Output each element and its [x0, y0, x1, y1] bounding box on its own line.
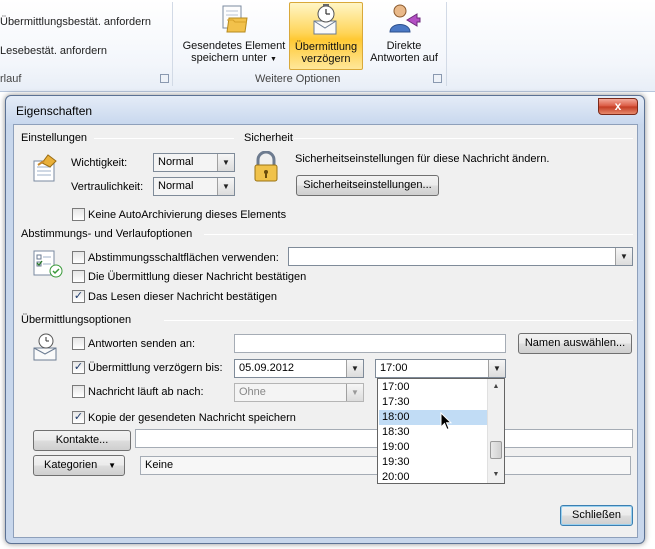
time-option[interactable]: 20:00	[379, 470, 488, 483]
security-settings-button[interactable]: Sicherheitseinstellungen...	[296, 175, 439, 196]
security-group-label: Sicherheit	[244, 132, 293, 144]
delay-delivery-label: Übermittlung verzögern bis:	[88, 362, 223, 374]
sensitivity-label: Vertraulichkeit:	[71, 181, 144, 193]
sensitivity-value: Normal	[158, 180, 194, 192]
settings-icon	[33, 154, 57, 182]
expires-checkbox[interactable]	[72, 385, 85, 398]
delay-time-select[interactable]: 17:00 ▼	[375, 359, 506, 378]
direct-replies-label-2: Antworten auf	[370, 52, 438, 64]
request-delivery-receipt-option[interactable]: Übermittlungsbestät. anfordern	[0, 16, 151, 28]
delivery-receipt-label: Die Übermittlung dieser Nachricht bestät…	[88, 271, 307, 283]
chevron-down-icon[interactable]: ▼	[346, 360, 363, 377]
save-sent-item-label-1: Gesendetes Element	[182, 40, 286, 52]
delay-date-select[interactable]: 05.09.2012 ▼	[234, 359, 364, 378]
scroll-down-icon[interactable]: ▼	[488, 467, 504, 483]
time-option[interactable]: 19:30	[379, 455, 488, 470]
reply-to-checkbox[interactable]	[72, 337, 85, 350]
chevron-down-icon: ▼	[108, 461, 116, 470]
contacts-button[interactable]: Kontakte...	[33, 430, 131, 451]
tracking-group-label: rlauf	[0, 73, 22, 85]
direct-replies-icon	[389, 4, 421, 33]
importance-select[interactable]: Normal ▼	[153, 153, 235, 172]
time-option[interactable]: 18:30	[379, 425, 488, 440]
categories-button-label: Kategorien	[44, 459, 98, 471]
properties-dialog: Eigenschaften x Einstellungen Wichtigkei…	[5, 95, 645, 544]
time-option[interactable]: 17:30	[379, 395, 488, 410]
save-copy-label: Kopie der gesendeten Nachricht speichern	[88, 412, 296, 424]
delivery-options-icon	[33, 333, 57, 361]
save-sent-item-button[interactable]: Gesendetes Element speichern unter ▼	[180, 2, 288, 70]
request-read-receipt-option[interactable]: Lesebestät. anfordern	[0, 45, 107, 57]
dropdown-scrollbar[interactable]: ▲ ▼	[487, 379, 504, 483]
expires-label: Nachricht läuft ab nach:	[88, 386, 204, 398]
read-receipt-label: Das Lesen dieser Nachricht bestätigen	[88, 291, 277, 303]
dialog-title: Eigenschaften	[16, 104, 93, 118]
delay-time-value: 17:00	[380, 362, 408, 374]
settings-group-label: Einstellungen	[21, 132, 88, 144]
direct-replies-button[interactable]: Direkte Antworten auf	[364, 2, 444, 70]
mouse-cursor-icon	[440, 412, 452, 431]
read-receipt-checkbox[interactable]: ✓	[72, 290, 85, 303]
save-copy-checkbox[interactable]: ✓	[72, 411, 85, 424]
importance-value: Normal	[158, 156, 194, 168]
expires-date-value: Ohne	[239, 386, 266, 398]
voting-divider	[204, 234, 633, 235]
ribbon-separator	[172, 2, 173, 86]
lock-icon	[254, 151, 278, 182]
ribbon: Übermittlungsbestät. anfordern Lesebestä…	[0, 0, 655, 92]
importance-label: Wichtigkeit:	[71, 157, 128, 169]
scroll-up-icon[interactable]: ▲	[488, 379, 504, 395]
voting-buttons-select[interactable]: ▼	[288, 247, 633, 266]
ribbon-separator	[446, 2, 447, 86]
no-autoarchive-checkbox[interactable]	[72, 208, 85, 221]
close-icon[interactable]: x	[598, 98, 638, 115]
chevron-down-icon[interactable]: ▼	[217, 154, 234, 171]
voting-icon	[33, 250, 63, 278]
select-names-button[interactable]: Namen auswählen...	[518, 333, 632, 354]
security-description: Sicherheitseinstellungen für diese Nachr…	[295, 153, 550, 165]
tracking-group-launcher[interactable]	[160, 74, 169, 83]
delay-delivery-icon	[313, 4, 337, 35]
direct-replies-label-1: Direkte	[386, 40, 422, 52]
sensitivity-select[interactable]: Normal ▼	[153, 177, 235, 196]
security-divider	[294, 138, 633, 139]
more-options-launcher[interactable]	[433, 74, 442, 83]
reply-to-label: Antworten senden an:	[88, 338, 196, 350]
time-option-selected[interactable]: 18:00	[379, 410, 488, 425]
delay-delivery-checkbox[interactable]: ✓	[72, 361, 85, 374]
reply-to-input[interactable]	[234, 334, 506, 353]
dropdown-arrow-icon: ▼	[269, 56, 277, 63]
no-autoarchive-label: Keine AutoArchivierung dieses Elements	[88, 209, 287, 221]
categories-button[interactable]: Kategorien ▼	[33, 455, 125, 476]
scrollbar-thumb[interactable]	[490, 441, 502, 459]
time-option[interactable]: 19:00	[379, 440, 488, 455]
chevron-down-icon[interactable]: ▼	[488, 360, 505, 377]
save-sent-item-label-2: speichern unter ▼	[191, 52, 277, 64]
voting-buttons-checkbox[interactable]	[72, 251, 85, 264]
time-dropdown-list[interactable]: 17:00 17:30 18:00 18:30 19:00 19:30 20:0…	[377, 378, 505, 484]
delay-date-value: 05.09.2012	[239, 362, 295, 374]
delivery-divider	[164, 320, 633, 321]
delay-delivery-button[interactable]: Übermittlung verzögern	[289, 2, 363, 70]
time-option[interactable]: 17:00	[379, 380, 488, 395]
delivery-group-label: Übermittlungsoptionen	[21, 314, 132, 326]
expires-date-select: Ohne ▼	[234, 383, 364, 402]
delay-delivery-label-1: Übermittlung	[294, 41, 358, 53]
more-options-group-label: Weitere Optionen	[255, 73, 341, 85]
voting-buttons-label: Abstimmungsschaltflächen verwenden:	[88, 252, 279, 264]
save-folder-icon	[222, 5, 248, 33]
chevron-down-icon: ▼	[346, 384, 363, 401]
dialog-client-area: Einstellungen Wichtigkeit: Normal ▼ Vert…	[13, 124, 638, 538]
chevron-down-icon[interactable]: ▼	[615, 248, 632, 265]
delivery-receipt-checkbox[interactable]	[72, 270, 85, 283]
voting-group-label: Abstimmungs- und Verlaufoptionen	[21, 228, 193, 240]
close-button[interactable]: Schließen	[560, 505, 633, 526]
dialog-titlebar: Eigenschaften x	[6, 96, 644, 124]
chevron-down-icon[interactable]: ▼	[217, 178, 234, 195]
delay-delivery-label-2: verzögern	[301, 53, 351, 65]
settings-divider	[94, 138, 234, 139]
